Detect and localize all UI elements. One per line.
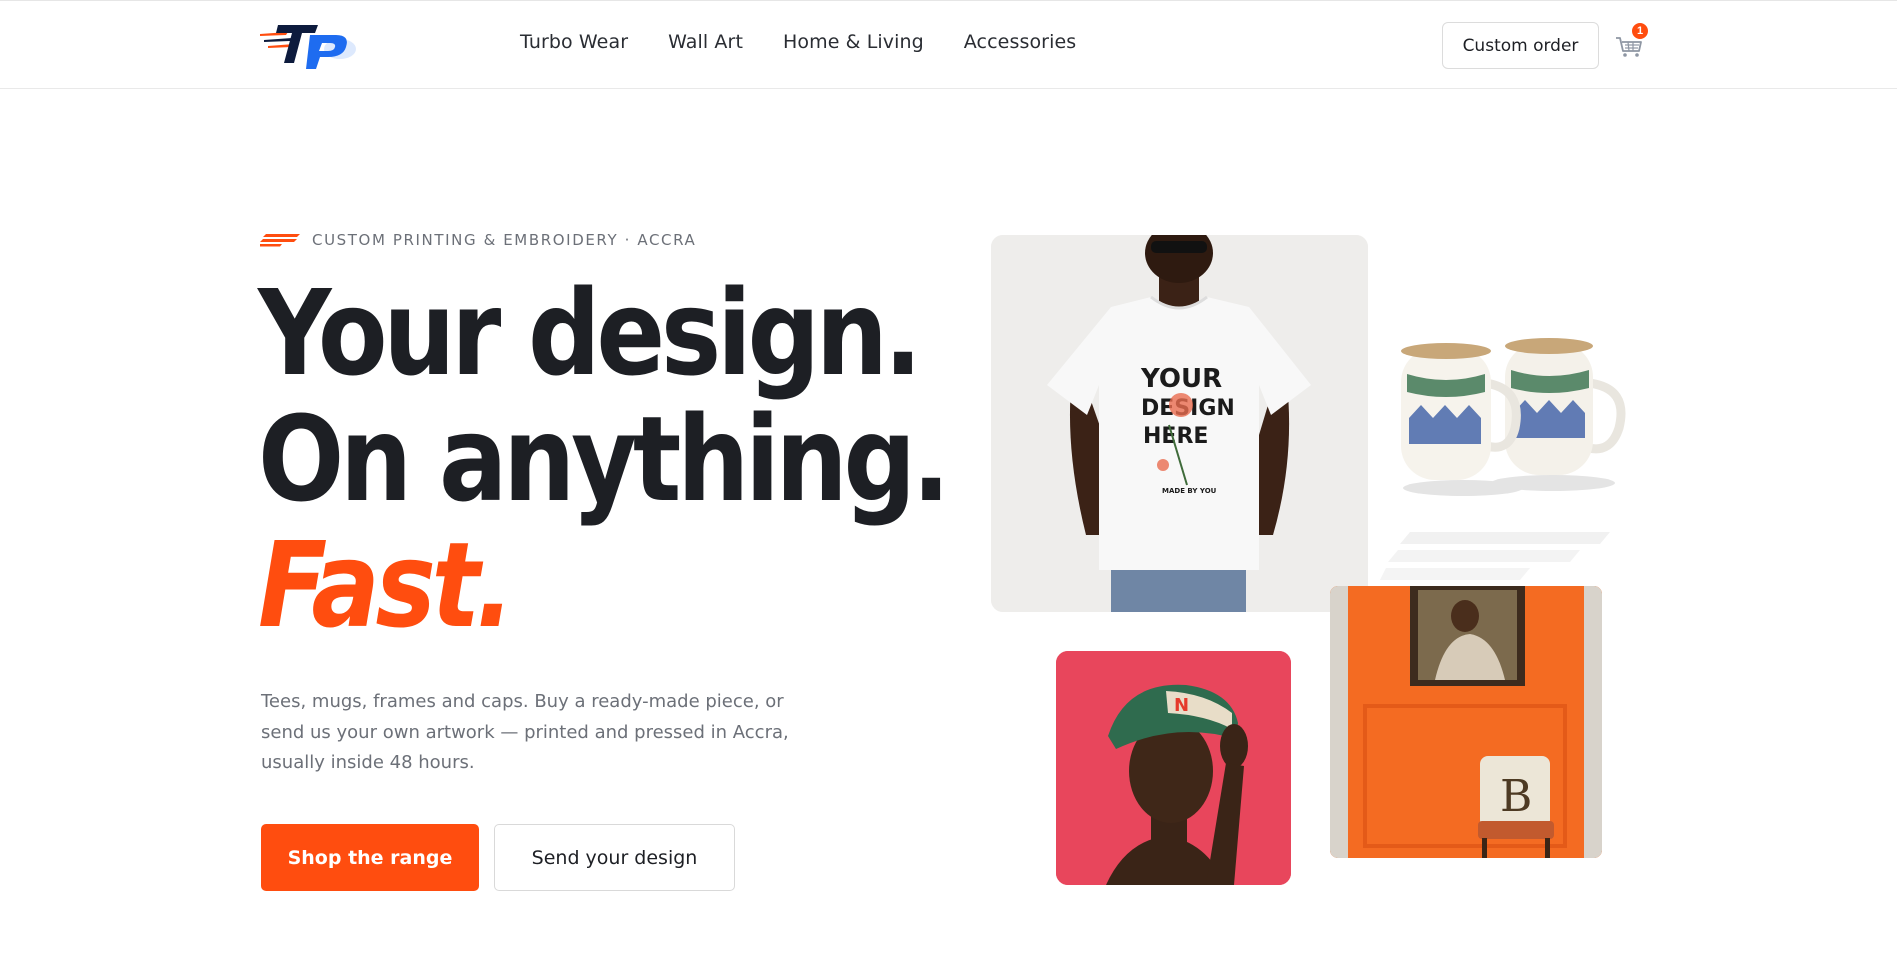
decorative-stripes [1380,530,1610,585]
cart-count-badge: 1 [1630,21,1650,41]
cap-model-image: N [1056,651,1291,885]
speed-stripes-icon [260,234,300,247]
shop-range-button[interactable]: Shop the range [261,824,479,891]
main-nav: Turbo Wear Wall Art Home & Living Access… [520,31,1076,53]
hero-eyebrow: CUSTOM PRINTING & EMBROIDERY · ACCRA [260,231,696,249]
hero-subtext: Tees, mugs, frames and caps. Buy a ready… [261,691,789,773]
headline-line-1: Your design. [258,264,922,402]
eyebrow-text: CUSTOM PRINTING & EMBROIDERY · ACCRA [312,231,697,249]
brand-logo[interactable] [258,19,364,71]
wall-art-room-image: B [1330,586,1602,858]
nav-wall-art[interactable]: Wall Art [668,31,743,53]
headline-line-2: On anything. [258,390,950,528]
tee-print-line-1: YOUR [1140,364,1222,394]
pillow-letter: B [1500,771,1532,822]
tee-print-small: MADE BY YOU [1162,487,1217,495]
send-design-button[interactable]: Send your design [494,824,735,891]
nav-accessories[interactable]: Accessories [964,31,1076,53]
nav-turbo-wear[interactable]: Turbo Wear [520,31,628,53]
custom-order-button[interactable]: Custom order [1442,22,1599,69]
ceramic-mugs-image [1393,318,1640,503]
tshirt-model-image: YOUR DESIGN HERE MADE BY YOU [991,235,1368,612]
site-header: Turbo Wear Wall Art Home & Living Access… [0,0,1897,89]
hero-headline: Your design. On anything. Fast. [258,264,950,654]
svg-text:N: N [1174,695,1189,716]
nav-home-living[interactable]: Home & Living [783,31,924,53]
headline-accent: Fast. [258,516,514,654]
